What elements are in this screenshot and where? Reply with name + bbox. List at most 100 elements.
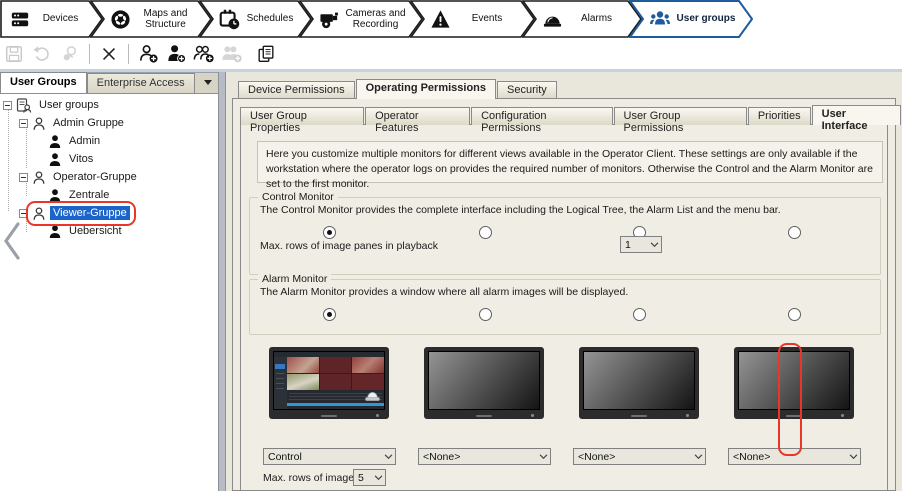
group-title: Control Monitor xyxy=(258,191,338,203)
nav-item-events[interactable]: Events xyxy=(410,0,535,38)
tab-user-group-properties[interactable]: User Group Properties xyxy=(240,107,364,125)
tree-item-admin[interactable]: Admin xyxy=(0,132,218,150)
control-monitor-group: Control Monitor The Control Monitor prov… xyxy=(249,197,881,275)
alarm-monitor-radio-4[interactable] xyxy=(788,308,801,321)
tree-item-label: Operator-Gruppe xyxy=(50,170,140,184)
change-password-icon xyxy=(60,44,80,64)
tree-item-user-groups-root[interactable]: User groups xyxy=(0,96,218,114)
chevron-down-icon xyxy=(691,454,705,460)
toolbar-separator xyxy=(89,44,90,64)
tab-operator-features[interactable]: Operator Features xyxy=(365,107,470,125)
tab-security[interactable]: Security xyxy=(497,81,557,99)
user-groups-panel: User Groups Enterprise Access User group… xyxy=(0,72,218,491)
dropdown-value: 5 xyxy=(358,472,371,484)
add-dual-authorization-group-button[interactable] xyxy=(190,41,218,67)
nav-label: Schedules xyxy=(244,13,296,25)
nav-item-schedules[interactable]: Schedules xyxy=(199,0,312,38)
collapse-toggle[interactable] xyxy=(3,101,12,110)
collapse-toggle[interactable] xyxy=(19,173,28,182)
dropdown-value: Control xyxy=(268,451,381,463)
monitor-3-assignment-dropdown[interactable]: <None> xyxy=(573,448,706,465)
max-rows-dropdown[interactable]: 5 xyxy=(353,469,386,486)
tab-enterprise-access[interactable]: Enterprise Access xyxy=(87,73,195,93)
tree-item-label: Zentrale xyxy=(66,188,112,202)
bvms-configuration-client: Devices Maps and Structure Schedules Cam… xyxy=(0,0,902,491)
undo-icon xyxy=(32,44,52,64)
copy-permissions-button[interactable] xyxy=(252,41,280,67)
tab-label: User Group Properties xyxy=(250,110,307,134)
tab-configuration-permissions[interactable]: Configuration Permissions xyxy=(471,107,612,125)
alarms-icon xyxy=(542,9,563,30)
tab-user-interface[interactable]: User Interface xyxy=(812,105,901,125)
description-box: Here you customize multiple monitors for… xyxy=(257,141,883,183)
tab-priorities[interactable]: Priorities xyxy=(748,107,811,125)
dropdown-value: 1 xyxy=(625,239,647,251)
control-monitor-radio-2[interactable] xyxy=(479,226,492,239)
user-groups-icon xyxy=(649,8,671,30)
undo-button[interactable] xyxy=(28,41,56,67)
tree-item-vitos[interactable]: Vitos xyxy=(0,150,218,168)
dropdown-value: <None> xyxy=(733,451,846,463)
control-monitor-radio-1[interactable] xyxy=(323,226,336,239)
group-icon xyxy=(32,116,46,131)
tab-label: Enterprise Access xyxy=(97,77,185,89)
alarm-beacon-icon xyxy=(364,387,381,402)
monitor-2-assignment-dropdown[interactable]: <None> xyxy=(418,448,551,465)
monitor-preview-1 xyxy=(269,347,389,419)
monitor-preview-4 xyxy=(734,347,854,419)
copy-permissions-icon xyxy=(256,44,276,64)
previous-chevron-annotation xyxy=(3,222,21,260)
nav-item-alarms[interactable]: Alarms xyxy=(522,0,642,38)
tab-label: Priorities xyxy=(758,110,801,122)
devices-icon xyxy=(10,9,30,29)
add-user-button[interactable] xyxy=(162,41,190,67)
tab-label: Security xyxy=(507,84,547,96)
nav-item-user-groups[interactable]: User groups xyxy=(629,0,753,38)
collapse-toggle[interactable] xyxy=(19,119,28,128)
tab-operating-permissions[interactable]: Operating Permissions xyxy=(356,79,496,99)
save-button[interactable] xyxy=(0,41,28,67)
monitor-logo xyxy=(476,415,492,417)
monitor-4-assignment-dropdown[interactable]: <None> xyxy=(728,448,861,465)
tree-item-operator-gruppe[interactable]: Operator-Gruppe xyxy=(0,168,218,186)
delete-icon xyxy=(99,44,119,64)
monitor-power-led xyxy=(376,414,379,417)
group-icon xyxy=(32,206,46,221)
control-monitor-radio-4[interactable] xyxy=(788,226,801,239)
schedules-icon xyxy=(219,9,240,30)
alarm-monitor-radio-2[interactable] xyxy=(479,308,492,321)
nav-label: Maps and Structure xyxy=(135,8,196,31)
tab-user-group-permissions[interactable]: User Group Permissions xyxy=(614,107,747,125)
collapse-toggle[interactable] xyxy=(19,209,28,218)
chevron-down-icon xyxy=(371,475,385,481)
tab-user-groups[interactable]: User Groups xyxy=(0,72,87,93)
sidebar-tab-overflow-caret[interactable] xyxy=(204,80,212,85)
nav-item-maps-structure[interactable]: Maps and Structure xyxy=(90,0,212,38)
panel-splitter[interactable] xyxy=(218,72,226,491)
user-icon xyxy=(48,188,62,203)
change-password-button[interactable] xyxy=(56,41,84,67)
chevron-down-icon xyxy=(846,454,860,460)
nav-item-cameras-recording[interactable]: Cameras and Recording xyxy=(299,0,423,38)
tab-device-permissions[interactable]: Device Permissions xyxy=(238,81,355,99)
max-rows-playback-label: Max. rows of image panes in playback xyxy=(260,240,438,252)
nav-label: User groups xyxy=(675,13,737,25)
max-rows-playback-dropdown[interactable]: 1 xyxy=(620,236,662,253)
group-icon xyxy=(32,170,46,185)
monitor-power-led xyxy=(686,414,689,417)
alarm-monitor-radio-3[interactable] xyxy=(633,308,646,321)
delete-button[interactable] xyxy=(95,41,123,67)
tree-item-uebersicht[interactable]: Uebersicht xyxy=(0,222,218,240)
dropdown-value: <None> xyxy=(578,451,691,463)
nav-item-devices[interactable]: Devices xyxy=(0,0,103,38)
tree-item-label: User groups xyxy=(36,98,102,112)
permissions-panel: Device Permissions Operating Permissions… xyxy=(226,72,902,491)
tree-item-zentrale[interactable]: Zentrale xyxy=(0,186,218,204)
alarm-monitor-radio-1[interactable] xyxy=(323,308,336,321)
tree-item-viewer-gruppe[interactable]: Viewer-Gruppe xyxy=(0,204,218,222)
add-dual-authorization-user-button[interactable] xyxy=(218,41,246,67)
monitor-1-assignment-dropdown[interactable]: Control xyxy=(263,448,396,465)
tree-item-admin-gruppe[interactable]: Admin Gruppe xyxy=(0,114,218,132)
add-user-group-button[interactable] xyxy=(134,41,162,67)
user-groups-tree: User groups Admin Gruppe Admin Vitos Ope… xyxy=(0,94,218,240)
